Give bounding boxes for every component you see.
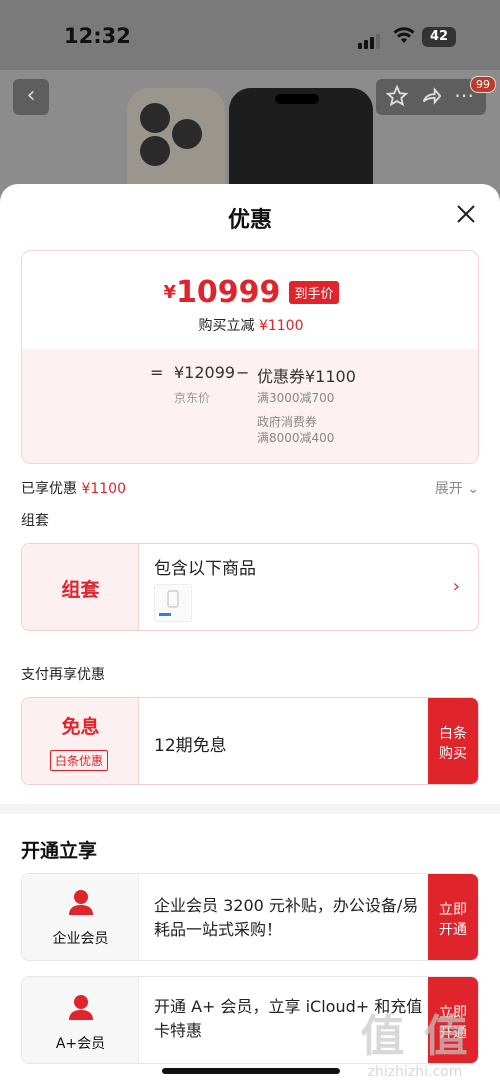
- expand-label: 展开: [434, 481, 463, 497]
- message-badge: 99: [470, 76, 496, 93]
- wifi-icon: [392, 26, 416, 48]
- share-icon[interactable]: [420, 85, 442, 111]
- person-icon: [67, 888, 95, 920]
- open-now-button[interactable]: 立即 开通: [428, 874, 478, 960]
- bundle-chevron-icon: ›: [452, 576, 460, 597]
- final-price-tag: 到手价: [289, 281, 339, 304]
- expand-button[interactable]: 展开 ⌄: [435, 478, 479, 498]
- currency-symbol: ¥: [163, 282, 177, 303]
- equals-sign: =: [150, 363, 164, 382]
- baitiao-buy-button[interactable]: 白条 购买: [428, 698, 478, 784]
- status-time: 12:32: [64, 24, 131, 48]
- sheet-title: 优惠: [227, 208, 272, 233]
- enjoyed-value: ¥1100: [81, 481, 126, 497]
- discount-sheet: 优惠 ¥10999 到手价 购买立减 ¥1100 = ¥12099 − 优惠券¥…: [0, 184, 500, 1083]
- button-line: 购买: [439, 746, 467, 762]
- instant-discount-label: 购买立减: [198, 318, 255, 334]
- interest-free-title: 免息: [61, 716, 100, 738]
- button-line: 白条: [439, 726, 467, 742]
- instant-discount-value: ¥1100: [258, 318, 304, 334]
- button-line: 开通: [439, 922, 467, 938]
- minus-sign: −: [236, 363, 250, 382]
- enterprise-member-card[interactable]: 企业会员 企业会员 3200 元补贴，办公设备/易耗品一站式采购！ 立即 开通: [21, 873, 479, 961]
- enjoyed-label: 已享优惠: [21, 481, 77, 497]
- coupon-total: 优惠券¥1100: [257, 367, 356, 386]
- pay-card[interactable]: 免息 白条优惠 12期免息 白条 购买: [21, 697, 479, 785]
- section-divider: [0, 804, 500, 814]
- coupon-detail: 政府消费券: [257, 415, 318, 429]
- bundle-item-thumbnail: [154, 584, 192, 622]
- instant-discount: 购买立减 ¥1100: [22, 315, 478, 335]
- bundle-text: 包含以下商品: [154, 559, 256, 579]
- original-price-label: 京东价: [174, 391, 211, 405]
- member-name: 企业会员: [52, 931, 109, 947]
- bundle-section-label: 组套: [21, 513, 49, 529]
- coupon-detail: 满8000减400: [257, 431, 335, 445]
- chevron-down-icon: ⌄: [467, 481, 479, 497]
- status-bar: 12:32 42: [0, 0, 500, 70]
- baitiao-pill: 白条优惠: [50, 750, 109, 771]
- product-image: [125, 86, 375, 218]
- button-line: 立即: [439, 902, 467, 918]
- original-price: ¥12099: [174, 363, 236, 382]
- person-icon: [67, 993, 95, 1025]
- open-section-title: 开通立享: [21, 840, 98, 862]
- home-indicator[interactable]: [162, 1068, 340, 1074]
- cellular-signal-icon: [358, 30, 382, 49]
- close-icon[interactable]: [454, 202, 478, 226]
- bundle-card[interactable]: 组套 包含以下商品 ›: [21, 543, 479, 631]
- watermark-logo: 值 值 zhizhizhi.com: [340, 1000, 490, 1080]
- enjoyed-discount: 已享优惠 ¥1100: [21, 478, 126, 498]
- member-name: A+会员: [55, 1036, 106, 1052]
- coupon-detail: 满3000减700: [257, 391, 335, 405]
- installment-text: 12期免息: [154, 736, 227, 756]
- star-icon[interactable]: [385, 84, 409, 111]
- back-button[interactable]: ‹: [13, 79, 49, 115]
- bundle-title: 组套: [61, 579, 100, 601]
- price-card: ¥10999 到手价 购买立减 ¥1100 = ¥12099 − 优惠券¥110…: [21, 250, 479, 464]
- pay-section-label: 支付再享优惠: [21, 667, 105, 683]
- price-breakdown: = ¥12099 − 优惠券¥1100 京东价 满3000减700 政府消费券 …: [22, 349, 478, 463]
- final-price-amount: 10999: [176, 275, 281, 310]
- battery-icon: 42: [422, 27, 456, 47]
- watermark-url: zhizhizhi.com: [367, 1064, 463, 1080]
- watermark-text: 值 值: [360, 1011, 470, 1062]
- final-price: ¥10999 到手价: [22, 275, 478, 310]
- member-desc: 企业会员 3200 元补贴，办公设备/易耗品一站式采购！: [154, 896, 419, 939]
